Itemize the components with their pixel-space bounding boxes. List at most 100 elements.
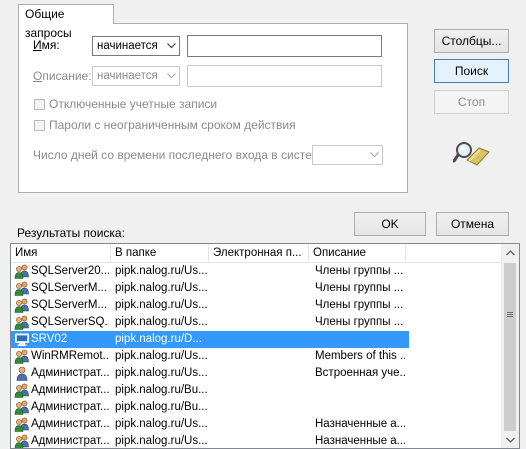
- column-header-description[interactable]: Описание: [309, 244, 406, 262]
- cell-description: Встроенная уче...: [315, 367, 405, 379]
- chevron-down-icon: [164, 68, 178, 84]
- group-icon: [14, 383, 30, 398]
- group-icon: [14, 417, 30, 432]
- cell-folder: pipk.nalog.ru/Bu...: [115, 401, 207, 413]
- group-icon: [14, 298, 30, 313]
- table-row[interactable]: SQLServerSQ... pipk.nalog.ru/Us... Члены г…: [11, 314, 502, 331]
- cell-name: SQLServerSQ...: [31, 316, 109, 328]
- cell-name: Администрат...: [31, 418, 109, 430]
- description-mode-value: начинается с: [97, 70, 161, 82]
- cell-name: Администрат...: [31, 384, 109, 396]
- cell-email: [213, 314, 305, 331]
- cell-description: Назначенные а...: [315, 435, 405, 447]
- cell-name: Администрат...: [31, 367, 109, 379]
- days-since-logon-select[interactable]: [312, 145, 383, 165]
- cell-description: Члены группы ...: [315, 265, 404, 277]
- cell-folder: pipk.nalog.ru/Us...: [115, 316, 207, 328]
- results-header: Имя В папке Электронная п... Описание: [11, 244, 502, 263]
- cell-description: [315, 399, 405, 416]
- scroll-down-button[interactable]: [502, 431, 519, 448]
- cancel-button[interactable]: Отмена: [436, 212, 509, 236]
- chevron-up-icon: [506, 249, 515, 255]
- table-row[interactable]: Администрат... pipk.nalog.ru/Bu...: [11, 399, 502, 416]
- cell-email: [213, 399, 305, 416]
- results-list[interactable]: Имя В папке Электронная п... Описание SQ…: [10, 243, 520, 449]
- cell-email: [213, 263, 305, 280]
- cell-name: SQLServerM...: [31, 299, 108, 311]
- name-mode-select[interactable]: начинается с: [92, 36, 180, 56]
- user-icon: [14, 366, 30, 381]
- scroll-up-button[interactable]: [502, 244, 519, 261]
- cell-folder: pipk.nalog.ru/Us...: [115, 435, 207, 447]
- columns-button[interactable]: Столбцы...: [434, 29, 509, 53]
- group-icon: [14, 264, 30, 279]
- cell-email: [213, 280, 305, 297]
- results-label: Результаты поиска:: [17, 226, 125, 240]
- cell-description: [315, 331, 405, 348]
- cell-description: Назначенные а...: [315, 418, 405, 430]
- computer-icon: [14, 332, 30, 347]
- tab-common-queries[interactable]: Общие запросы: [18, 4, 114, 40]
- table-row[interactable]: SQLServer20... pipk.nalog.ru/Us... Члены г…: [11, 263, 502, 280]
- no-expire-pwd-checkbox[interactable]: [34, 120, 45, 131]
- cell-name: SQLServerM...: [31, 282, 108, 294]
- column-header-name[interactable]: Имя: [11, 244, 111, 262]
- cell-description: Члены группы ...: [315, 299, 404, 311]
- description-label: Описание:: [33, 69, 92, 83]
- cell-email: [213, 416, 305, 433]
- table-row[interactable]: SQLServerM... pipk.nalog.ru/Us... Члены гр…: [11, 297, 502, 314]
- cell-folder: pipk.nalog.ru/Bu...: [115, 384, 207, 396]
- cell-name: SQLServer20...: [31, 265, 109, 277]
- cell-email: [213, 297, 305, 314]
- stop-button[interactable]: Стоп: [434, 90, 509, 114]
- table-row[interactable]: Администрат... pipk.nalog.ru/Us... Назначе…: [11, 433, 502, 448]
- no-expire-pwd-label: Пароли с неограниченным сроком действия: [49, 118, 296, 132]
- cell-folder: pipk.nalog.ru/Us...: [115, 299, 207, 311]
- disabled-accounts-label: Отключенные учетные записи: [49, 97, 218, 111]
- group-icon: [14, 349, 30, 364]
- cell-description: Members of this ...: [315, 350, 405, 362]
- cell-folder: pipk.nalog.ru/Us...: [115, 418, 207, 430]
- chevron-down-icon: [506, 437, 515, 443]
- cell-folder: pipk.nalog.ru/Us...: [115, 282, 207, 294]
- group-icon: [14, 400, 30, 415]
- group-icon: [14, 434, 30, 448]
- table-row[interactable]: SQLServerM... pipk.nalog.ru/Us... Члены гр…: [11, 280, 502, 297]
- find-button[interactable]: Поиск: [434, 59, 509, 83]
- scroll-thumb[interactable]: [504, 263, 516, 431]
- cell-description: Члены группы ...: [315, 282, 404, 294]
- cell-name: Администрат...: [31, 401, 109, 413]
- cell-folder: pipk.nalog.ru/Us...: [115, 350, 207, 362]
- group-icon: [14, 281, 30, 296]
- group-icon: [14, 315, 30, 330]
- cell-name: SRV02: [31, 333, 68, 345]
- chevron-down-icon: [164, 38, 178, 54]
- cell-name: WinRMRemot...: [31, 350, 109, 362]
- ok-button[interactable]: OK: [354, 212, 426, 236]
- cell-description: [315, 382, 405, 399]
- table-row[interactable]: WinRMRemot... pipk.nalog.ru/Us... Members …: [11, 348, 502, 365]
- search-magnifier-icon: [452, 138, 491, 168]
- name-input[interactable]: [187, 35, 382, 57]
- cell-email: [213, 365, 305, 382]
- column-header-folder[interactable]: В папке: [111, 244, 209, 262]
- vertical-scrollbar[interactable]: [501, 244, 519, 448]
- table-row[interactable]: SRV02 pipk.nalog.ru/D...: [11, 331, 409, 348]
- cell-email: [213, 331, 305, 348]
- description-mode-select[interactable]: начинается с: [92, 66, 180, 86]
- cell-name: Администрат...: [31, 435, 109, 447]
- column-header-email[interactable]: Электронная п...: [209, 244, 309, 262]
- cell-email: [213, 433, 305, 448]
- table-row[interactable]: Администрат... pipk.nalog.ru/Us... Назначе…: [11, 416, 502, 433]
- description-input[interactable]: [187, 65, 382, 87]
- name-mode-value: начинается с: [97, 40, 161, 52]
- chevron-down-icon: [367, 147, 381, 163]
- cell-folder: pipk.nalog.ru/D...: [115, 333, 202, 345]
- cell-folder: pipk.nalog.ru/Us...: [115, 367, 207, 379]
- cell-folder: pipk.nalog.ru/Us...: [115, 265, 207, 277]
- disabled-accounts-checkbox[interactable]: [34, 99, 45, 110]
- days-since-logon-label: Число дней со времени последнего входа в…: [33, 148, 330, 162]
- table-row[interactable]: Администрат... pipk.nalog.ru/Us... Встроен…: [11, 365, 502, 382]
- table-row[interactable]: Администрат... pipk.nalog.ru/Bu...: [11, 382, 502, 399]
- cell-description: Члены группы ...: [315, 316, 404, 328]
